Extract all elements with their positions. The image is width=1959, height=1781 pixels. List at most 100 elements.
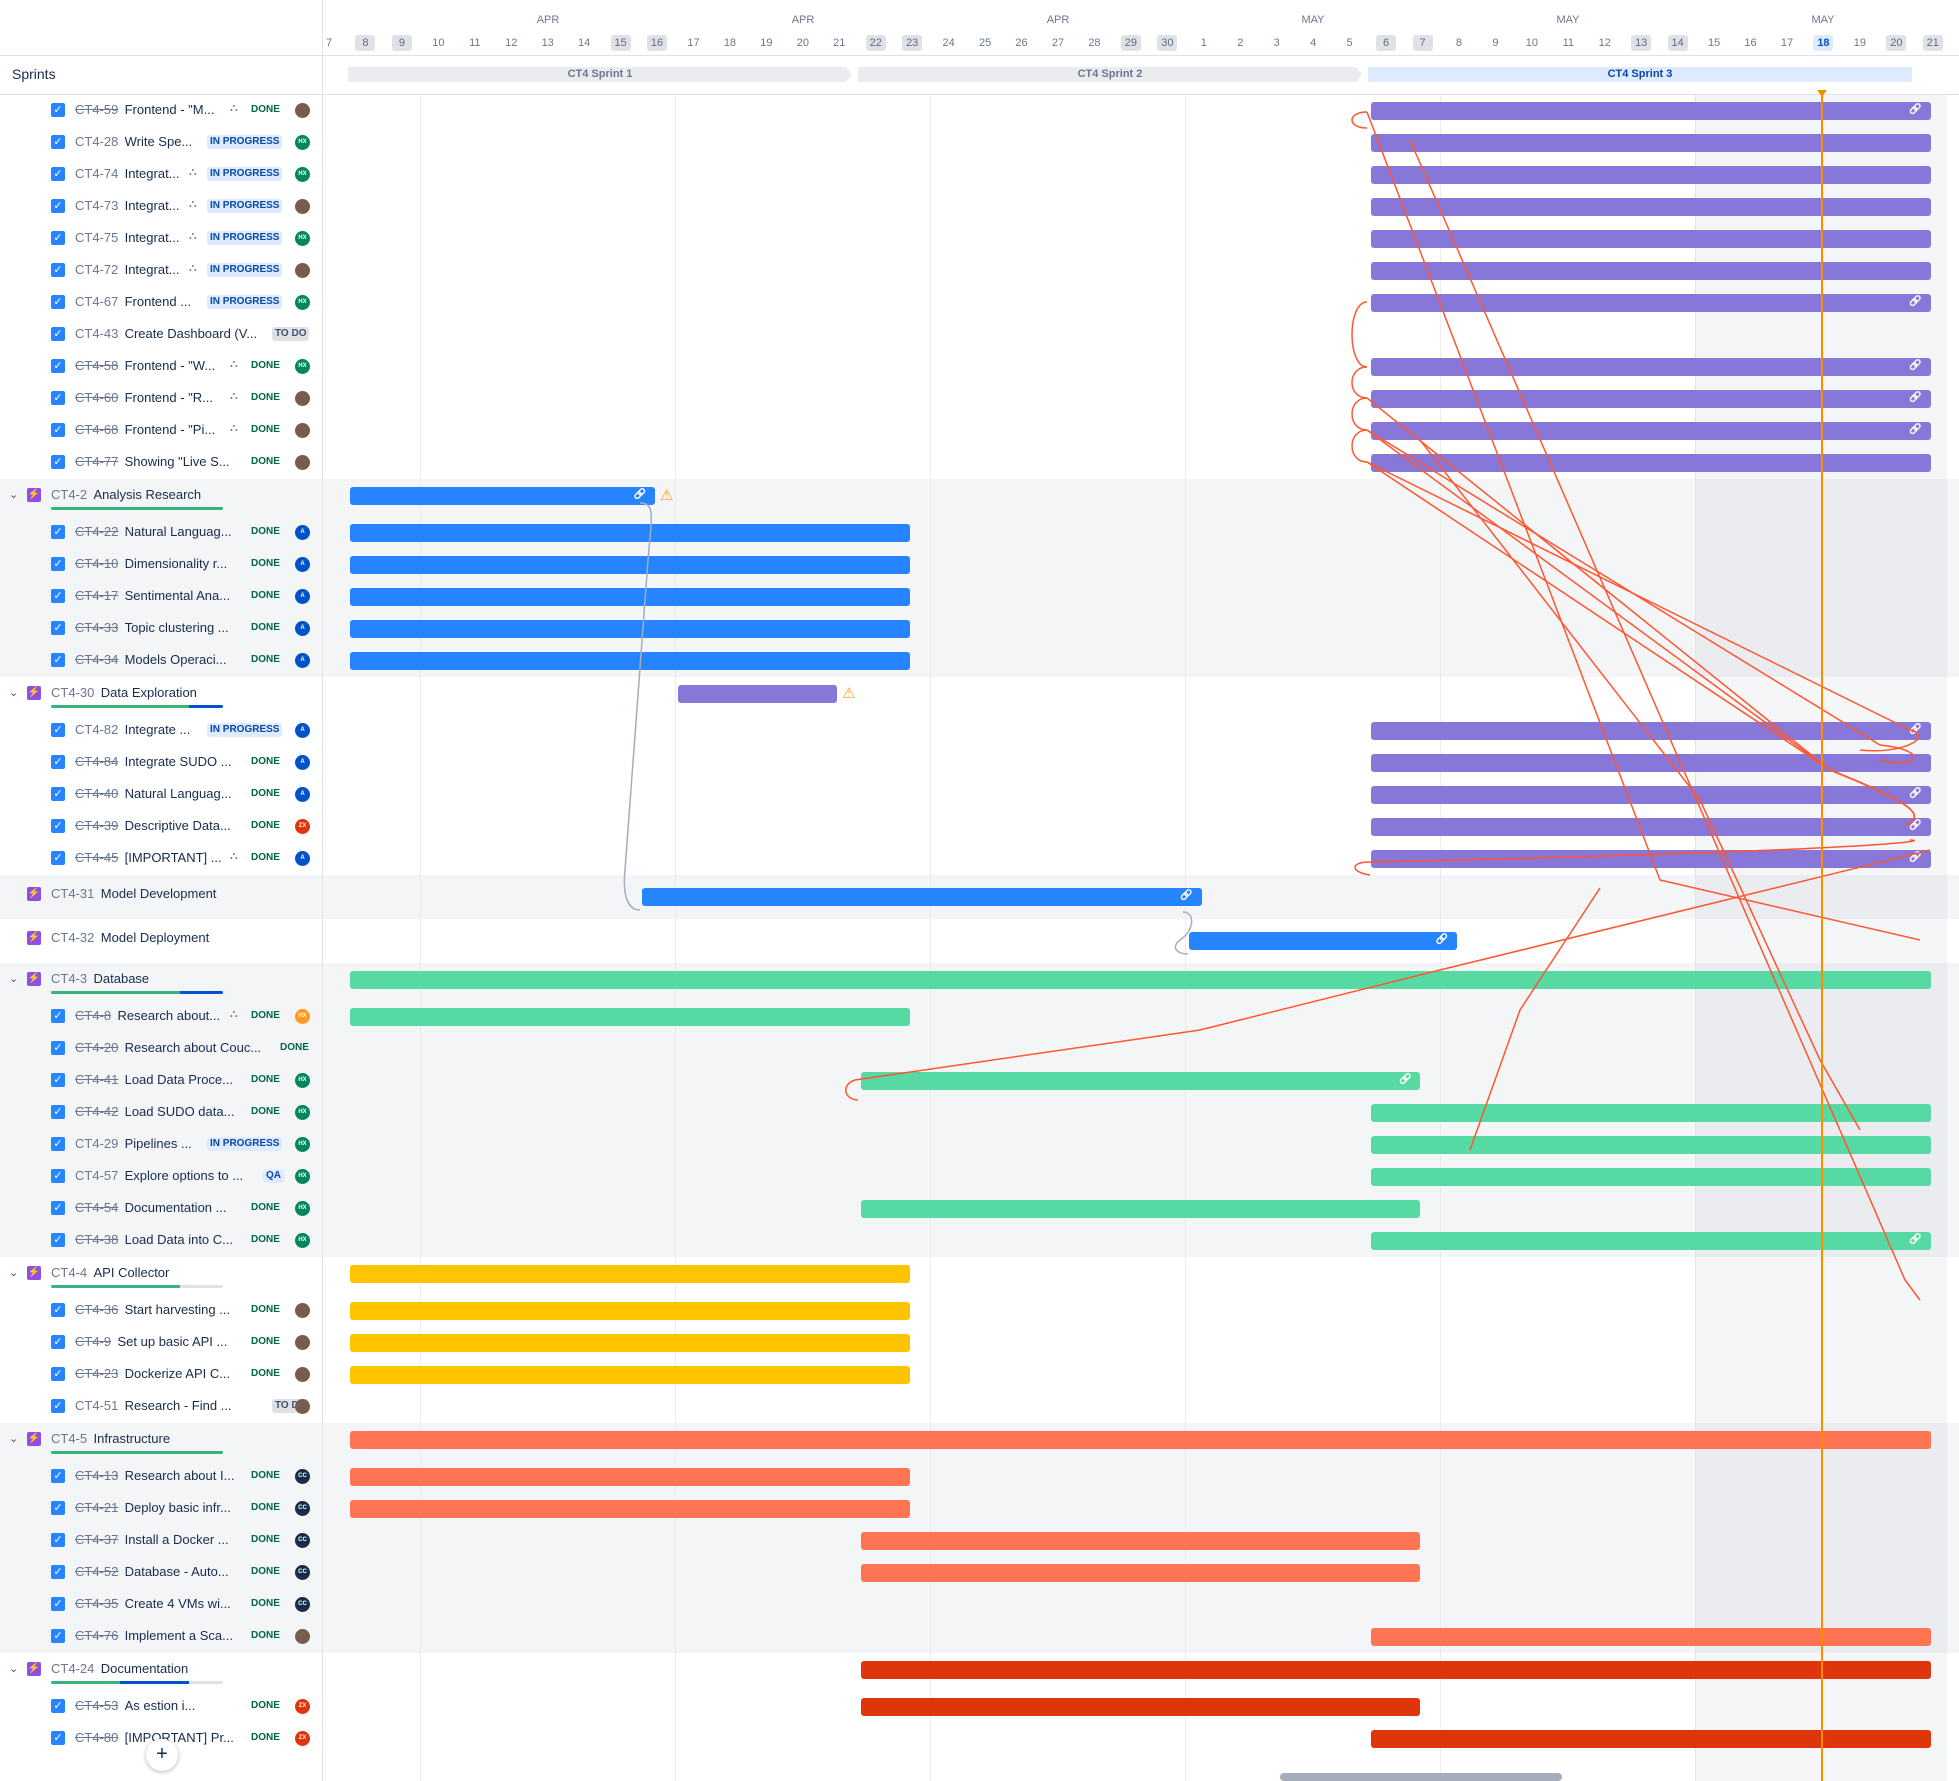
issue-key[interactable]: CT4-20 <box>75 1040 118 1055</box>
timeline-bar[interactable]: 🔗 <box>1370 294 1931 312</box>
timeline-bar[interactable]: 🔗 <box>1370 1232 1931 1250</box>
issue-key[interactable]: CT4-57 <box>75 1168 118 1183</box>
status-badge[interactable]: DONE <box>248 1009 283 1023</box>
timeline-bar[interactable]: 🔗 <box>1370 850 1931 868</box>
issue-summary[interactable]: Topic clustering ... <box>125 620 244 635</box>
epic-row[interactable]: ⌄ ⚡ CT4-5 Infrastructure <box>0 1422 322 1460</box>
issue-summary[interactable]: Install a Docker ... <box>125 1532 244 1547</box>
dependency-line[interactable] <box>1351 301 1368 368</box>
issue-summary[interactable]: Create Dashboard (V... <box>125 326 268 341</box>
epic-key[interactable]: CT4-2 <box>51 487 87 502</box>
issue-row[interactable]: ✓ CT4-59 Frontend - "M... ⛬ DONE <box>0 94 322 126</box>
epic-row[interactable]: ⌄ ⚡ CT4-24 Documentation <box>0 1652 322 1690</box>
avatar[interactable]: HX <box>295 1169 310 1184</box>
epic-row[interactable]: ⌄ ⚡ CT4-3 Database <box>0 962 322 1000</box>
link-icon[interactable]: 🔗 <box>1909 820 1921 831</box>
issue-summary[interactable]: Research about... <box>118 1008 231 1023</box>
dependency-line[interactable] <box>1351 397 1368 431</box>
avatar[interactable]: A <box>295 787 310 802</box>
epic-key[interactable]: CT4-3 <box>51 971 87 986</box>
link-icon[interactable]: 🔗 <box>1909 852 1921 863</box>
avatar[interactable]: HX <box>295 295 310 310</box>
issue-row[interactable]: ✓ CT4-35 Create 4 VMs wi... DONE CC <box>0 1588 322 1620</box>
issue-summary[interactable]: Explore options to ... <box>125 1168 259 1183</box>
issue-row[interactable]: ✓ CT4-10 Dimensionality r... DONE A <box>0 548 322 580</box>
issue-summary[interactable]: Deploy basic infr... <box>125 1500 244 1515</box>
issue-row[interactable]: ✓ CT4-17 Sentimental Ana... DONE A <box>0 580 322 612</box>
issue-row[interactable]: ✓ CT4-36 Start harvesting ... DONE <box>0 1294 322 1326</box>
avatar[interactable] <box>295 1335 310 1350</box>
issue-row[interactable]: ✓ CT4-39 Descriptive Data... DONE ZX <box>0 810 322 842</box>
issue-key[interactable]: CT4-76 <box>75 1628 118 1643</box>
dependency-line[interactable] <box>1351 429 1368 463</box>
issue-summary[interactable]: Dimensionality r... <box>125 556 244 571</box>
status-badge[interactable]: DONE <box>248 423 283 437</box>
issue-summary[interactable]: Integrat... <box>125 166 189 181</box>
avatar[interactable] <box>295 1629 310 1644</box>
timeline-bar[interactable]: 🔗 <box>1370 422 1931 440</box>
link-icon[interactable]: 🔗 <box>1909 296 1921 307</box>
issue-row[interactable]: ✓ CT4-40 Natural Languag... DONE A <box>0 778 322 810</box>
timeline-bar[interactable] <box>1370 1168 1931 1186</box>
avatar[interactable]: A <box>295 723 310 738</box>
avatar[interactable]: A <box>295 557 310 572</box>
issue-summary[interactable]: Start harvesting ... <box>125 1302 244 1317</box>
status-badge[interactable]: DONE <box>248 1367 283 1381</box>
issue-key[interactable]: CT4-9 <box>75 1334 111 1349</box>
issue-summary[interactable]: Integrate ... <box>125 722 203 737</box>
avatar[interactable] <box>295 391 310 406</box>
avatar[interactable]: A <box>295 851 310 866</box>
issue-row[interactable]: ✓ CT4-58 Frontend - "W... ⛬ DONE HX <box>0 350 322 382</box>
issue-row[interactable]: ✓ CT4-37 Install a Docker ... DONE CC <box>0 1524 322 1556</box>
issue-row[interactable]: ✓ CT4-52 Database - Auto... DONE CC <box>0 1556 322 1588</box>
issue-key[interactable]: CT4-21 <box>75 1500 118 1515</box>
timeline-bar[interactable] <box>1370 1104 1931 1122</box>
issue-key[interactable]: CT4-67 <box>75 294 118 309</box>
timeline-bar[interactable] <box>350 1302 911 1320</box>
avatar[interactable]: HX <box>295 359 310 374</box>
issue-key[interactable]: CT4-58 <box>75 358 118 373</box>
issue-key[interactable]: CT4-68 <box>75 422 118 437</box>
sprint-bar[interactable]: CT4 Sprint 1 <box>348 67 852 82</box>
timeline-bar[interactable] <box>350 620 911 638</box>
issue-row[interactable]: ✓ CT4-42 Load SUDO data... DONE HX <box>0 1096 322 1128</box>
issue-row[interactable]: ✓ CT4-43 Create Dashboard (V... TO DO <box>0 318 322 350</box>
timeline-bar[interactable] <box>1370 1730 1931 1748</box>
issue-key[interactable]: CT4-74 <box>75 166 118 181</box>
issue-key[interactable]: CT4-54 <box>75 1200 118 1215</box>
timeline-bar[interactable]: 🔗 <box>1188 932 1457 950</box>
status-badge[interactable]: IN PROGRESS <box>207 295 283 309</box>
dependency-line[interactable] <box>1351 111 1368 129</box>
issue-summary[interactable]: Integrat... <box>125 262 189 277</box>
status-badge[interactable]: IN PROGRESS <box>207 723 283 737</box>
issue-summary[interactable]: Natural Languag... <box>125 786 244 801</box>
issue-summary[interactable]: Frontend - "W... <box>125 358 230 373</box>
timeline-bar[interactable] <box>350 1334 911 1352</box>
issue-key[interactable]: CT4-43 <box>75 326 118 341</box>
status-badge[interactable]: IN PROGRESS <box>207 263 283 277</box>
timeline-bar[interactable] <box>350 1468 911 1486</box>
issue-key[interactable]: CT4-34 <box>75 652 118 667</box>
timeline-bar[interactable]: 🔗 <box>1370 786 1931 804</box>
status-badge[interactable]: DONE <box>248 1501 283 1515</box>
epic-key[interactable]: CT4-4 <box>51 1265 87 1280</box>
issue-row[interactable]: ✓ CT4-23 Dockerize API C... DONE <box>0 1358 322 1390</box>
avatar[interactable] <box>295 1399 310 1414</box>
issue-summary[interactable]: Load Data into C... <box>125 1232 244 1247</box>
issue-key[interactable]: CT4-40 <box>75 786 118 801</box>
issue-key[interactable]: CT4-35 <box>75 1596 118 1611</box>
issue-key[interactable]: CT4-60 <box>75 390 118 405</box>
issue-summary[interactable]: Frontend - "R... <box>125 390 230 405</box>
issue-key[interactable]: CT4-42 <box>75 1104 118 1119</box>
issue-summary[interactable]: Documentation ... <box>125 1200 244 1215</box>
epic-summary[interactable]: Database <box>94 971 150 986</box>
status-badge[interactable]: DONE <box>248 621 283 635</box>
issue-summary[interactable]: Research about I... <box>125 1468 244 1483</box>
issue-key[interactable]: CT4-53 <box>75 1698 118 1713</box>
timeline-bar[interactable]: 🔗 <box>1370 102 1931 120</box>
issue-summary[interactable]: Write Spe... <box>125 134 203 149</box>
timeline-bar[interactable] <box>350 1500 911 1518</box>
issue-summary[interactable]: [IMPORTANT] ... <box>125 850 230 865</box>
issue-key[interactable]: CT4-72 <box>75 262 118 277</box>
timeline-bar[interactable] <box>678 685 838 703</box>
